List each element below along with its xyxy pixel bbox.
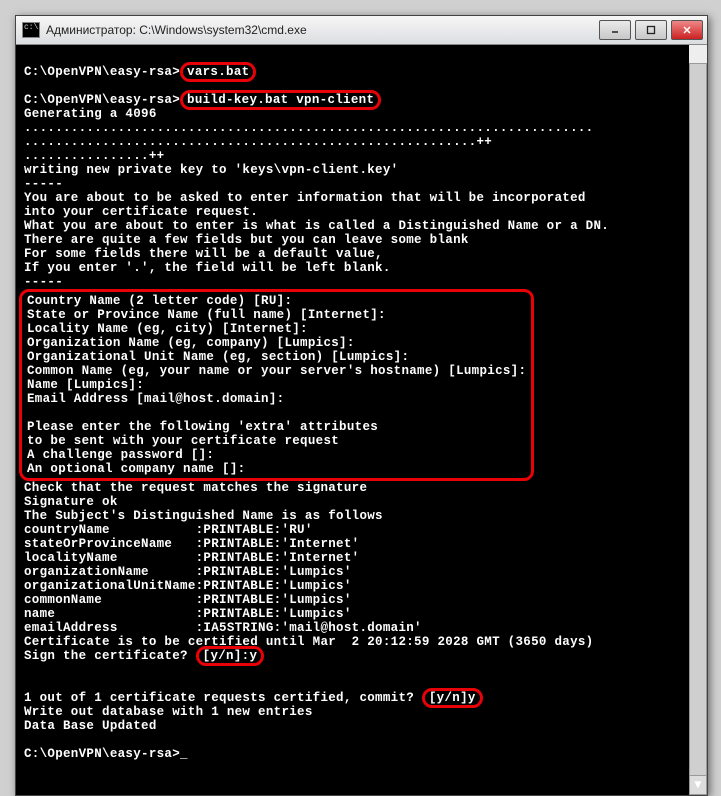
line: For some fields there will be a default … xyxy=(24,247,383,261)
line: C:\OpenVPN\easy-rsa> xyxy=(24,747,180,761)
line: You are about to be asked to enter infor… xyxy=(24,191,586,205)
line: Write out database with 1 new entries xyxy=(24,705,313,719)
yn-highlight: [y/n]y xyxy=(422,688,483,708)
window-title: Администратор: C:\Windows\system32\cmd.e… xyxy=(46,23,595,37)
line: emailAddress :IA5STRING:'mail@host.domai… xyxy=(24,621,422,635)
line: The Subject's Distinguished Name is as f… xyxy=(24,509,383,523)
line: Please enter the following 'extra' attri… xyxy=(27,420,378,434)
scroll-down-button[interactable]: ▾ xyxy=(689,775,707,795)
scrollbar[interactable]: ▴ ▾ xyxy=(689,45,707,795)
line: Certificate is to be certified until Mar… xyxy=(24,635,594,649)
line: State or Province Name (full name) [Inte… xyxy=(27,308,386,322)
line: to be sent with your certificate request xyxy=(27,434,339,448)
line: stateOrProvinceName :PRINTABLE:'Internet… xyxy=(24,537,359,551)
line: localityName :PRINTABLE:'Internet' xyxy=(24,551,359,565)
cert-fields-highlight: Country Name (2 letter code) [RU]: State… xyxy=(19,289,534,481)
line: Organization Name (eg, company) [Lumpics… xyxy=(27,336,355,350)
line: C:\OpenVPN\easy-rsa> xyxy=(24,65,180,79)
scroll-thumb[interactable] xyxy=(689,63,707,779)
line: Name [Lumpics]: xyxy=(27,378,144,392)
line: organizationName :PRINTABLE:'Lumpics' xyxy=(24,565,352,579)
line: A challenge password []: xyxy=(27,448,214,462)
line: ----- xyxy=(24,275,63,289)
line: countryName :PRINTABLE:'RU' xyxy=(24,523,313,537)
line: Email Address [mail@host.domain]: xyxy=(27,392,284,406)
line: What you are about to enter is what is c… xyxy=(24,219,609,233)
maximize-button[interactable] xyxy=(635,20,667,40)
titlebar[interactable]: Администратор: C:\Windows\system32\cmd.e… xyxy=(16,16,707,45)
yn-highlight: [y/n]:y xyxy=(196,646,265,666)
scroll-track[interactable] xyxy=(689,63,707,777)
close-button[interactable] xyxy=(671,20,703,40)
cmd-highlight: build-key.bat vpn-client xyxy=(180,90,381,110)
line: ........................................… xyxy=(24,121,594,135)
line: writing new private key to 'keys\vpn-cli… xyxy=(24,163,398,177)
line: ................++ xyxy=(24,149,164,163)
line: into your certificate request. xyxy=(24,205,258,219)
line: Sign the certificate? xyxy=(24,649,196,663)
line: If you enter '.', the field will be left… xyxy=(24,261,391,275)
line: ----- xyxy=(24,177,63,191)
line: C:\OpenVPN\easy-rsa> xyxy=(24,93,180,107)
cmd-icon xyxy=(22,22,40,38)
line: Check that the request matches the signa… xyxy=(24,481,367,495)
line: Common Name (eg, your name or your serve… xyxy=(27,364,526,378)
line: Data Base Updated xyxy=(24,719,157,733)
minimize-button[interactable] xyxy=(599,20,631,40)
line: Country Name (2 letter code) [RU]: xyxy=(27,294,292,308)
line: 1 out of 1 certificate requests certifie… xyxy=(24,691,422,705)
line: There are quite a few fields but you can… xyxy=(24,233,469,247)
line: name :PRINTABLE:'Lumpics' xyxy=(24,607,352,621)
line: An optional company name []: xyxy=(27,462,245,476)
cmd-window: Администратор: C:\Windows\system32\cmd.e… xyxy=(15,15,708,796)
line: commonName :PRINTABLE:'Lumpics' xyxy=(24,593,352,607)
line: Signature ok xyxy=(24,495,118,509)
line: Organizational Unit Name (eg, section) [… xyxy=(27,350,409,364)
line: organizationalUnitName:PRINTABLE:'Lumpic… xyxy=(24,579,352,593)
line: ........................................… xyxy=(24,135,492,149)
terminal-output[interactable]: C:\OpenVPN\easy-rsa>vars.bat C:\OpenVPN\… xyxy=(16,45,707,795)
line: Locality Name (eg, city) [Internet]: xyxy=(27,322,308,336)
cmd-highlight: vars.bat xyxy=(180,62,256,82)
line: Generating a 4096 xyxy=(24,107,164,121)
